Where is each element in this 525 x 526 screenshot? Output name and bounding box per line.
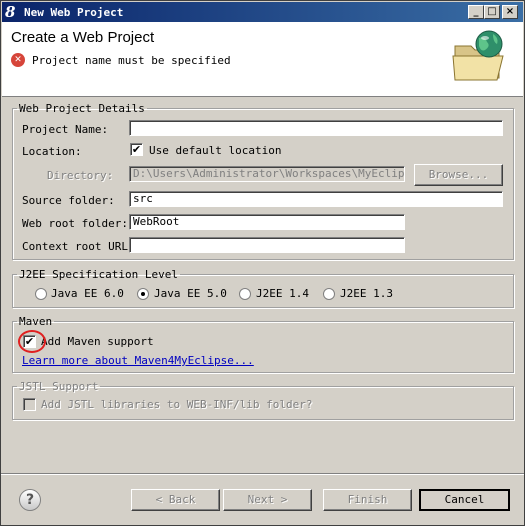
radio-java-ee-5[interactable]: [137, 288, 149, 300]
add-jstl-libraries-label: Add JSTL libraries to WEB-INF/lib folder…: [41, 398, 313, 411]
j2ee-1-3-label: J2EE 1.3: [340, 287, 393, 300]
error-text: Project name must be specified: [32, 53, 231, 67]
add-maven-support-label: Add Maven support: [41, 335, 154, 348]
error-message: ✕ Project name must be specified: [11, 53, 231, 67]
location-label: Location:: [22, 145, 82, 158]
maximize-button[interactable]: □: [484, 5, 500, 19]
jstl-support-legend: JSTL Support: [19, 380, 99, 393]
maven-legend: Maven: [19, 315, 53, 328]
window-title: New Web Project: [24, 6, 124, 19]
next-button[interactable]: Next >: [223, 489, 312, 511]
project-name-input[interactable]: [129, 120, 503, 136]
radio-j2ee-1-4[interactable]: [239, 288, 251, 300]
wizard-header: Create a Web Project ✕ Project name must…: [2, 22, 523, 97]
folder-globe-icon: [449, 28, 509, 87]
web-root-folder-label: Web root folder:: [22, 217, 128, 230]
directory-label: Directory:: [47, 169, 114, 182]
source-folder-input[interactable]: src: [129, 191, 503, 207]
web-root-folder-input[interactable]: WebRoot: [129, 214, 405, 230]
use-default-location-checkbox[interactable]: ✔: [130, 143, 143, 156]
java-ee-6-label: Java EE 6.0: [51, 287, 124, 300]
close-button[interactable]: ×: [502, 5, 518, 19]
j2ee-level-legend: J2EE Specification Level: [19, 268, 178, 281]
new-web-project-dialog: 8 New Web Project _ □ × Create a Web Pro…: [0, 0, 525, 526]
finish-button[interactable]: Finish: [323, 489, 412, 511]
radio-java-ee-6[interactable]: [35, 288, 47, 300]
directory-input[interactable]: D:\Users\Administrator\Workspaces\MyEcli…: [129, 166, 405, 182]
minimize-button[interactable]: _: [468, 5, 484, 19]
help-icon[interactable]: ?: [19, 489, 41, 511]
java-ee-5-label: Java EE 5.0: [154, 287, 227, 300]
project-name-label: Project Name:: [22, 123, 109, 136]
add-jstl-libraries-checkbox[interactable]: [23, 398, 36, 411]
cancel-button[interactable]: Cancel: [419, 489, 510, 511]
context-root-url-input[interactable]: [129, 237, 405, 253]
browse-button[interactable]: Browse...: [414, 164, 503, 186]
error-icon: ✕: [11, 53, 25, 67]
j2ee-1-4-label: J2EE 1.4: [256, 287, 309, 300]
radio-j2ee-1-3[interactable]: [323, 288, 335, 300]
source-folder-label: Source folder:: [22, 194, 115, 207]
footer-separator: [1, 473, 524, 474]
context-root-url-label: Context root URL:: [22, 240, 135, 253]
myeclipse-app-icon: 8: [5, 3, 16, 21]
highlight-circle: [18, 330, 46, 353]
web-project-details-legend: Web Project Details: [19, 102, 145, 115]
page-title: Create a Web Project: [11, 29, 155, 46]
back-button[interactable]: < Back: [131, 489, 220, 511]
learn-more-maven-link[interactable]: Learn more about Maven4MyEclipse...: [22, 354, 254, 367]
use-default-location-label: Use default location: [149, 144, 282, 157]
title-bar[interactable]: 8 New Web Project _ □ ×: [2, 2, 523, 22]
